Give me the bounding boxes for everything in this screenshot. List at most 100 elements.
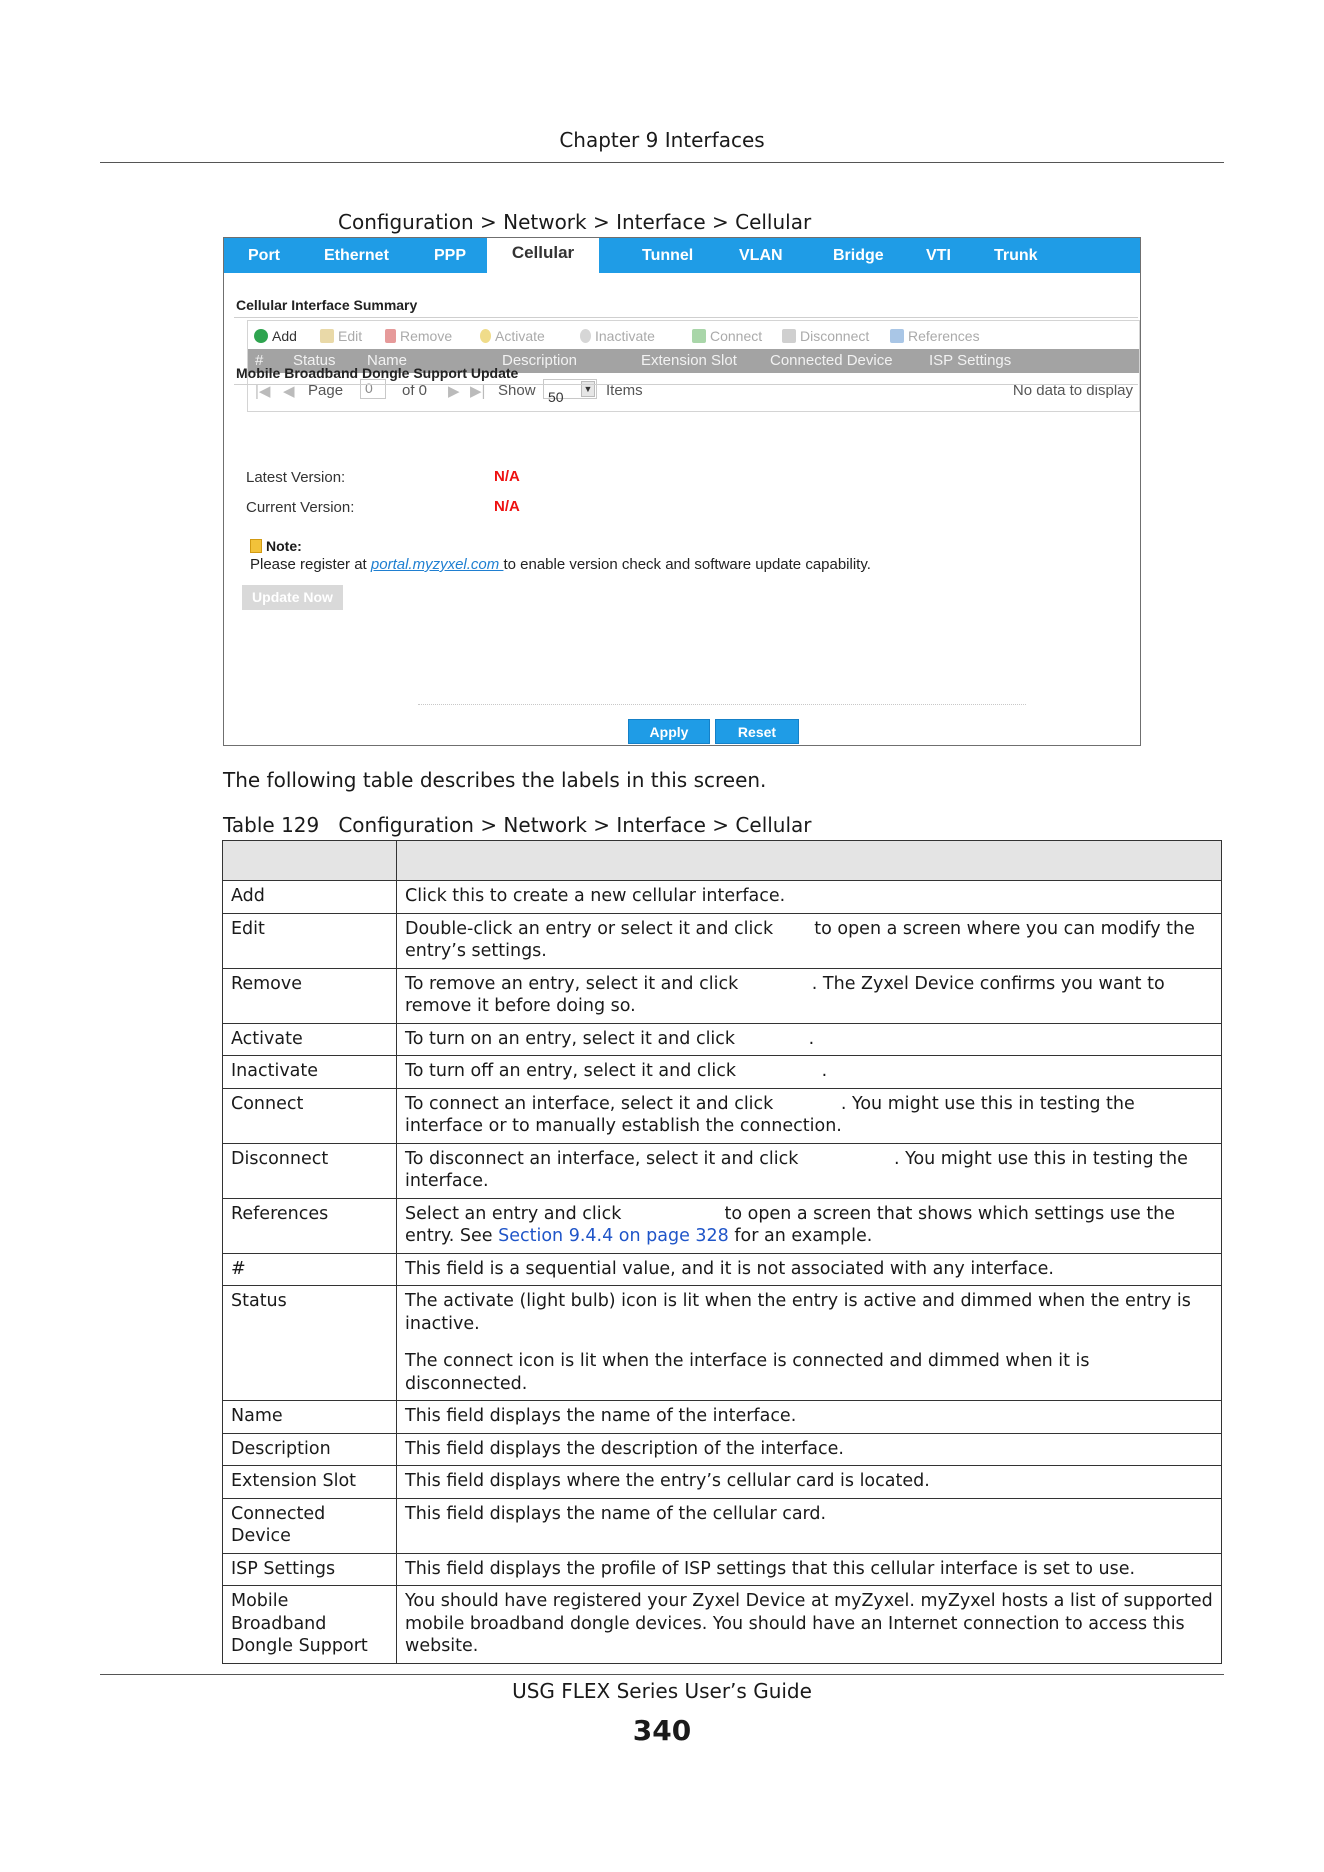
row-description: To connect an interface, select it and c… xyxy=(396,1087,1222,1144)
edit-icon xyxy=(320,329,334,343)
summary-title: Cellular Interface Summary xyxy=(236,297,418,313)
apply-button[interactable]: Apply xyxy=(628,719,710,744)
column-header-isp-settings[interactable]: ISP Settings xyxy=(929,352,1011,369)
column-header-connected-device[interactable]: Connected Device xyxy=(770,352,893,369)
portal-link[interactable]: portal.myzyxel.com xyxy=(371,556,504,573)
table-row: Inactivate To turn off an entry, select i… xyxy=(222,1055,1222,1089)
chapter-header: Chapter 9 Interfaces xyxy=(559,128,765,152)
row-label: Connected Device xyxy=(222,1497,397,1554)
activate-button[interactable]: Activate xyxy=(480,328,545,344)
row-label: # xyxy=(222,1252,397,1286)
page-number: 340 xyxy=(632,1714,692,1747)
row-description: Click this to create a new cellular inte… xyxy=(396,880,1222,914)
button-divider xyxy=(418,704,1026,705)
dongle-rule xyxy=(234,384,1138,385)
row-label: Add xyxy=(222,880,397,914)
row-description: To turn off an entry, select it and clic… xyxy=(396,1055,1222,1089)
references-button[interactable]: References xyxy=(890,328,980,344)
row-description: To disconnect an interface, select it an… xyxy=(396,1142,1222,1199)
inactivate-button[interactable]: Inactivate xyxy=(580,328,655,344)
tab-tunnel[interactable]: Tunnel xyxy=(642,238,693,273)
header-cell-label xyxy=(222,840,397,881)
edit-button[interactable]: Edit xyxy=(320,328,362,344)
update-now-button[interactable]: Update Now xyxy=(242,585,343,610)
tab-bridge[interactable]: Bridge xyxy=(833,238,884,273)
tab-ethernet[interactable]: Ethernet xyxy=(324,238,389,273)
tab-port[interactable]: Port xyxy=(248,238,280,273)
add-button[interactable]: Add xyxy=(254,328,297,344)
table-row: Mobile Broadband Dongle Support You shoul… xyxy=(222,1585,1222,1664)
dongle-title: Mobile Broadband Dongle Support Update xyxy=(236,365,519,381)
header-cell-description xyxy=(396,840,1222,881)
tab-ppp[interactable]: PPP xyxy=(434,238,466,273)
current-version-label: Current Version: xyxy=(246,499,355,516)
connect-icon xyxy=(692,329,706,343)
row-label: Connect xyxy=(222,1087,397,1144)
lightbulb-off-icon xyxy=(580,329,591,343)
latest-version-label: Latest Version: xyxy=(246,469,346,486)
remove-button[interactable]: Remove xyxy=(385,328,452,344)
tab-vti[interactable]: VTI xyxy=(926,238,951,273)
footer-text: USG FLEX Series User’s Guide xyxy=(512,1679,812,1703)
summary-rule xyxy=(234,317,1138,318)
table-row: References Select an entry and click to o… xyxy=(222,1197,1222,1254)
row-label: Edit xyxy=(222,912,397,969)
table-caption: Table 129 Configuration > Network > Inte… xyxy=(223,813,812,837)
tab-trunk[interactable]: Trunk xyxy=(994,238,1038,273)
tab-bar: Port Ethernet PPP Cellular Tunnel VLAN B… xyxy=(224,238,1140,273)
row-description: This field displays the profile of ISP s… xyxy=(396,1552,1222,1586)
row-label: ISP Settings xyxy=(222,1552,397,1586)
table-row: Disconnect To disconnect an interface, se… xyxy=(222,1142,1222,1199)
connect-button[interactable]: Connect xyxy=(692,328,762,344)
table-row: Connected Device This field displays the … xyxy=(222,1497,1222,1554)
page-input[interactable]: 0 xyxy=(360,379,386,399)
latest-version-value: N/A xyxy=(494,468,520,485)
table-row: Connect To connect an interface, select i… xyxy=(222,1087,1222,1144)
row-label: Extension Slot xyxy=(222,1465,397,1499)
row-description: The activate (light bulb) icon is lit wh… xyxy=(396,1285,1222,1401)
disconnect-icon xyxy=(782,329,796,343)
section-link[interactable]: Section 9.4.4 on page 328 xyxy=(498,1226,729,1246)
column-header-extension-slot[interactable]: Extension Slot xyxy=(641,352,737,369)
label-description-table: Add Click this to create a new cellular i… xyxy=(222,840,1222,1664)
footer-rule xyxy=(100,1674,1224,1675)
row-description: To remove an entry, select it and click … xyxy=(396,967,1222,1024)
row-description: You should have registered your Zyxel De… xyxy=(396,1585,1222,1664)
row-label: Inactivate xyxy=(222,1055,397,1089)
row-description: This field displays the name of the cell… xyxy=(396,1497,1222,1554)
tab-cellular[interactable]: Cellular xyxy=(487,238,599,273)
table-row: Activate To turn on an entry, select it a… xyxy=(222,1022,1222,1056)
table-row: Remove To remove an entry, select it and … xyxy=(222,967,1222,1024)
page-size-select[interactable]: 50 ▼ xyxy=(543,379,597,405)
row-label: References xyxy=(222,1197,397,1254)
note-icon xyxy=(250,539,262,553)
row-label: Status xyxy=(222,1285,397,1401)
row-description: To turn on an entry, select it and click… xyxy=(396,1022,1222,1056)
row-description: Double-click an entry or select it and c… xyxy=(396,912,1222,969)
table-row: ISP Settings This field displays the prof… xyxy=(222,1552,1222,1586)
summary-toolbar: Add Edit Remove Activate Inactivate Conn… xyxy=(248,321,1139,349)
header-rule xyxy=(100,162,1224,163)
cellular-screenshot: Port Ethernet PPP Cellular Tunnel VLAN B… xyxy=(223,237,1141,746)
table-row: Extension Slot This field displays where … xyxy=(222,1465,1222,1499)
row-description: This field displays the description of t… xyxy=(396,1432,1222,1466)
row-description: This field displays where the entry’s ce… xyxy=(396,1465,1222,1499)
row-label: Disconnect xyxy=(222,1142,397,1199)
row-description: This field is a sequential value, and it… xyxy=(396,1252,1222,1286)
reset-button[interactable]: Reset xyxy=(715,719,799,744)
current-version-value: N/A xyxy=(494,498,520,515)
add-icon xyxy=(254,329,268,343)
table-row: Name This field displays the name of the … xyxy=(222,1400,1222,1434)
trash-icon xyxy=(385,329,396,343)
table-row: Edit Double-click an entry or select it a… xyxy=(222,912,1222,969)
note-text: Please register at portal.myzyxel.com to… xyxy=(250,556,871,573)
row-description: Select an entry and click to open a scre… xyxy=(396,1197,1222,1254)
row-label: Name xyxy=(222,1400,397,1434)
table-row: Status The activate (light bulb) icon is … xyxy=(222,1285,1222,1401)
row-label: Description xyxy=(222,1432,397,1466)
table-row: Description This field displays the descr… xyxy=(222,1432,1222,1466)
tab-vlan[interactable]: VLAN xyxy=(739,238,783,273)
table-header-row xyxy=(222,840,1222,881)
disconnect-button[interactable]: Disconnect xyxy=(782,328,869,344)
row-description: This field displays the name of the inte… xyxy=(396,1400,1222,1434)
